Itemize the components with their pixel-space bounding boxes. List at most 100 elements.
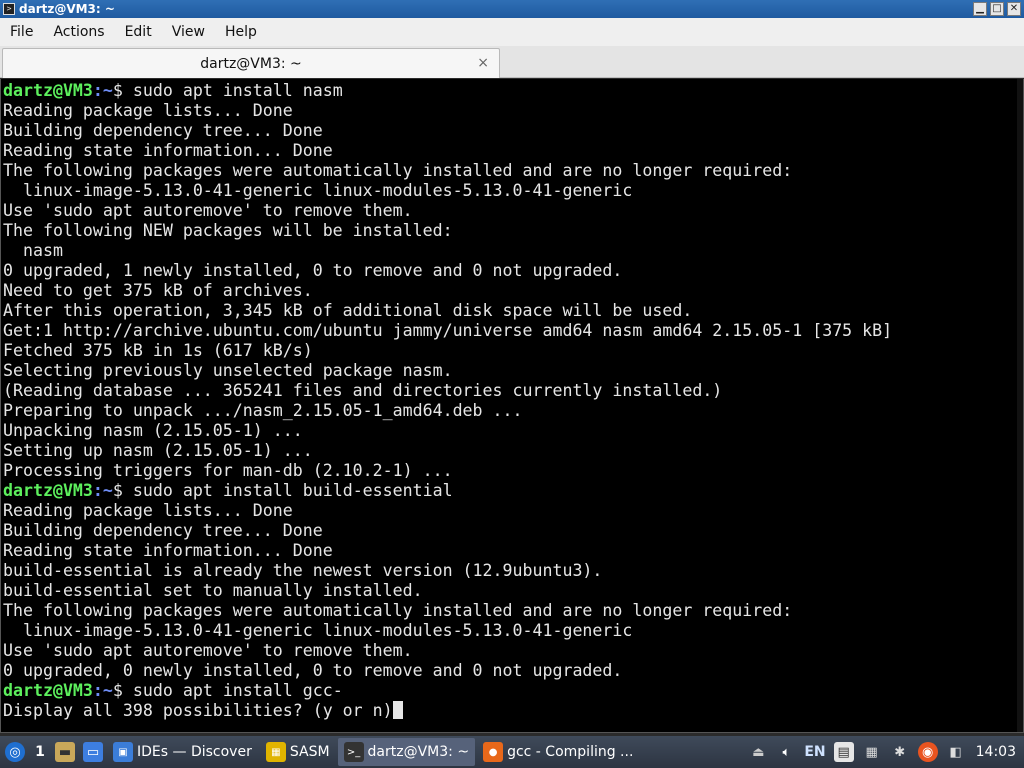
output-text: The following NEW packages will be insta…	[3, 221, 453, 240]
terminal-output-line: Use 'sudo apt autoremove' to remove them…	[3, 641, 1023, 661]
terminal-scrollbar[interactable]	[1017, 79, 1023, 732]
terminal-output-line: 0 upgraded, 1 newly installed, 0 to remo…	[3, 261, 1023, 281]
update-icon[interactable]: ✱	[890, 742, 910, 762]
output-text: linux-image-5.13.0-41-generic linux-modu…	[3, 181, 633, 200]
menu-view[interactable]: View	[162, 24, 215, 40]
minimize-button[interactable]: ▁	[973, 2, 987, 16]
prompt-user: dartz@VM3	[3, 481, 93, 500]
prompt-separator: :	[92, 481, 103, 500]
close-button[interactable]: ✕	[1007, 2, 1021, 16]
terminal-output-line: Preparing to unpack .../nasm_2.15.05-1_a…	[3, 401, 1023, 421]
terminal-output-line: The following NEW packages will be insta…	[3, 221, 1023, 241]
tab-label: dartz@VM3: ~	[200, 55, 302, 72]
terminal-output-line: Reading package lists... Done	[3, 101, 1023, 121]
keyboard-layout[interactable]: EN	[804, 744, 825, 760]
output-text: Need to get 375 kB of archives.	[3, 281, 313, 300]
output-text: Reading state information... Done	[3, 141, 333, 160]
window-titlebar[interactable]: > dartz@VM3: ~ ▁ □ ✕	[0, 0, 1024, 18]
terminal-output-line: 0 upgraded, 0 newly installed, 0 to remo…	[3, 661, 1023, 681]
terminal-icon: >_	[343, 742, 364, 762]
output-text: Unpacking nasm (2.15.05-1) ...	[3, 421, 303, 440]
prompt-command: sudo apt install build-essential	[132, 481, 453, 500]
prompt-user: dartz@VM3	[3, 681, 93, 700]
taskbar-task-label: SASM	[289, 744, 330, 760]
menu-edit[interactable]: Edit	[115, 24, 162, 40]
show-desktop-icon[interactable]: ▭	[83, 742, 103, 762]
terminal-output-line: Unpacking nasm (2.15.05-1) ...	[3, 421, 1023, 441]
output-text: The following packages were automaticall…	[3, 601, 793, 620]
desktop-switcher[interactable]: 1	[29, 744, 51, 760]
menu-help[interactable]: Help	[215, 24, 267, 40]
terminal-prompt-line: dartz@VM3:~$ sudo apt install nasm	[3, 81, 1023, 101]
output-text: build-essential is already the newest ve…	[3, 561, 603, 580]
prompt-symbol: $	[112, 681, 133, 700]
output-text: Building dependency tree... Done	[3, 121, 323, 140]
taskbar: ◎ 1 ▬ ▭ ▣ IDEs — Discover ▦ SASM >_ dartz@VM3…	[0, 736, 1024, 768]
taskbar-task-label: IDEs — Discover	[137, 744, 252, 760]
network-icon[interactable]: ▦	[862, 742, 882, 762]
taskbar-task-label: gcc - Compiling ...	[507, 744, 634, 760]
clock: 14:03	[975, 744, 1016, 760]
output-text: Fetched 375 kB in 1s (617 kB/s)	[3, 341, 313, 360]
tab-terminal[interactable]: dartz@VM3: ~ ×	[2, 48, 500, 78]
output-text: Building dependency tree... Done	[3, 521, 323, 540]
maximize-button[interactable]: □	[990, 2, 1004, 16]
terminal-output-line: build-essential is already the newest ve…	[3, 561, 1023, 581]
output-text: linux-image-5.13.0-41-generic linux-modu…	[3, 621, 633, 640]
terminal-lines: dartz@VM3:~$ sudo apt install nasm Readin…	[3, 81, 1023, 721]
terminal-output-line: The following packages were automaticall…	[3, 601, 1023, 621]
terminal-output-line: (Reading database ... 365241 files and d…	[3, 381, 1023, 401]
clipboard-icon[interactable]: ▤	[833, 742, 854, 762]
tab-close-icon[interactable]: ×	[477, 55, 489, 71]
terminal-output-line: build-essential set to manually installe…	[3, 581, 1023, 601]
output-text: Use 'sudo apt autoremove' to remove them…	[3, 641, 413, 660]
notifications-icon[interactable]: ◧	[946, 742, 966, 762]
output-text: Setting up nasm (2.15.05-1) ...	[3, 441, 313, 460]
sasm-icon: ▦	[265, 742, 286, 762]
terminal-output-line: Display all 398 possibilities? (y or n)	[3, 701, 1023, 721]
output-text: The following packages were automaticall…	[3, 161, 793, 180]
terminal-output[interactable]: dartz@VM3:~$ sudo apt install nasm Readin…	[0, 79, 1024, 733]
terminal-output-line: Selecting previously unselected package …	[3, 361, 1023, 381]
menu-bar: File Actions Edit View Help	[0, 18, 1024, 46]
tab-bar: dartz@VM3: ~ ×	[0, 46, 1024, 78]
output-text: 0 upgraded, 1 newly installed, 0 to remo…	[3, 261, 623, 280]
eject-icon[interactable]: ⏏	[748, 742, 768, 762]
terminal-output-line: nasm	[3, 241, 1023, 261]
menu-file[interactable]: File	[0, 24, 43, 40]
output-text: build-essential set to manually installe…	[3, 581, 423, 600]
output-text: Selecting previously unselected package …	[3, 361, 453, 380]
output-text: Preparing to unpack .../nasm_2.15.05-1_a…	[3, 401, 523, 420]
start-menu-icon[interactable]: ◎	[5, 742, 25, 762]
file-manager-icon[interactable]: ▬	[55, 742, 75, 762]
prompt-command: sudo apt install gcc-	[132, 681, 343, 700]
terminal-output-line: Fetched 375 kB in 1s (617 kB/s)	[3, 341, 1023, 361]
ubuntu-icon[interactable]: ◉	[917, 742, 938, 762]
output-text: Reading state information... Done	[3, 541, 333, 560]
prompt-command: sudo apt install nasm	[132, 81, 343, 100]
terminal-output-line: After this operation, 3,345 kB of additi…	[3, 301, 1023, 321]
taskbar-task[interactable]: ▣ IDEs — Discover	[107, 738, 258, 766]
prompt-separator: :	[92, 81, 103, 100]
menu-actions[interactable]: Actions	[43, 24, 114, 40]
taskbar-task[interactable]: >_ dartz@VM3: ~	[337, 738, 476, 766]
prompt-user: dartz@VM3	[3, 81, 93, 100]
taskbar-task[interactable]: ● gcc - Compiling ...	[477, 738, 639, 766]
terminal-output-line: Get:1 http://archive.ubuntu.com/ubuntu j…	[3, 321, 1023, 341]
system-tray: ⏏ 🔈︎ EN ▤ ▦ ✱ ◉ ◧ 14:03	[744, 742, 1024, 762]
terminal-output-line: The following packages were automaticall…	[3, 161, 1023, 181]
output-text: Get:1 http://archive.ubuntu.com/ubuntu j…	[3, 321, 893, 340]
taskbar-task[interactable]: ▦ SASM	[260, 738, 336, 766]
output-text: (Reading database ... 365241 files and d…	[3, 381, 723, 400]
volume-icon[interactable]: 🔈︎	[776, 742, 796, 762]
terminal-output-line: linux-image-5.13.0-41-generic linux-modu…	[3, 621, 1023, 641]
terminal-output-line: Building dependency tree... Done	[3, 521, 1023, 541]
prompt-path: ~	[102, 81, 113, 100]
output-text: nasm	[3, 241, 63, 260]
terminal-app-icon: >	[3, 3, 15, 15]
terminal-output-line: Setting up nasm (2.15.05-1) ...	[3, 441, 1023, 461]
output-text: Reading package lists... Done	[3, 101, 293, 120]
output-text: 0 upgraded, 0 newly installed, 0 to remo…	[3, 661, 623, 680]
taskbar-task-label: dartz@VM3: ~	[367, 744, 470, 760]
terminal-output-line: Processing triggers for man-db (2.10.2-1…	[3, 461, 1023, 481]
